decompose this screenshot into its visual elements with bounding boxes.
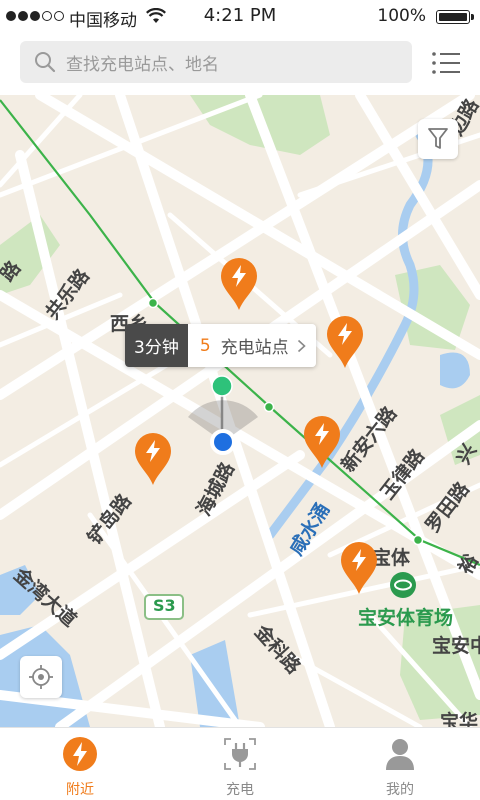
- search-input[interactable]: 查找充电站点、地名: [20, 41, 412, 83]
- map-label-baoan-zhong: 宝安中: [432, 635, 480, 657]
- map-view[interactable]: 共乐路 西乡 新安六路 海城路 咸水涌 玉律路 罗田路 铲岛路 金湾大道 S3 …: [0, 95, 480, 727]
- callout-station-label: 充电站点: [220, 338, 289, 358]
- list-icon: [432, 52, 460, 74]
- map-label-baohua: 宝华: [440, 711, 479, 727]
- charging-station-pin[interactable]: [303, 415, 341, 469]
- bolt-icon: [63, 737, 97, 771]
- charging-station-pin[interactable]: [220, 257, 258, 311]
- plug-icon: [224, 738, 256, 770]
- battery-icon: [436, 10, 474, 24]
- filter-icon: [428, 128, 448, 149]
- map-label-baoan-stadium: 宝安体育场: [358, 607, 454, 629]
- tab-mine-label: 我的: [386, 782, 414, 798]
- highway-s3-label: S3: [153, 596, 176, 615]
- search-icon: [35, 52, 56, 73]
- filter-button[interactable]: [418, 119, 458, 159]
- current-location-icon: [188, 400, 258, 455]
- charging-station-pin[interactable]: [340, 541, 378, 595]
- locate-icon: [29, 665, 53, 689]
- tab-mine[interactable]: 我的: [320, 728, 480, 800]
- callout-stations: 5 充电站点: [187, 324, 316, 367]
- charging-station-pin[interactable]: [326, 315, 364, 369]
- charging-station-pin[interactable]: [134, 432, 172, 486]
- callout-station-count: 5: [199, 335, 211, 356]
- list-view-button[interactable]: [430, 50, 462, 76]
- tab-charge-label: 充电: [226, 782, 254, 798]
- tab-bar: 附近 充电 我的: [0, 727, 480, 800]
- locate-me-button[interactable]: [20, 656, 62, 698]
- callout-travel-time: 3分钟: [125, 324, 188, 367]
- battery-percent: 100%: [377, 6, 426, 26]
- tab-charge[interactable]: 充电: [160, 728, 320, 800]
- chevron-right-icon: [297, 339, 306, 352]
- tab-nearby-label: 附近: [66, 782, 94, 798]
- route-callout[interactable]: 3分钟 5 充电站点: [125, 324, 316, 367]
- status-bar: 中国移动 4:21 PM 100%: [0, 0, 480, 32]
- user-icon: [386, 739, 414, 770]
- tab-nearby[interactable]: 附近: [0, 728, 160, 800]
- search-placeholder: 查找充电站点、地名: [66, 54, 219, 75]
